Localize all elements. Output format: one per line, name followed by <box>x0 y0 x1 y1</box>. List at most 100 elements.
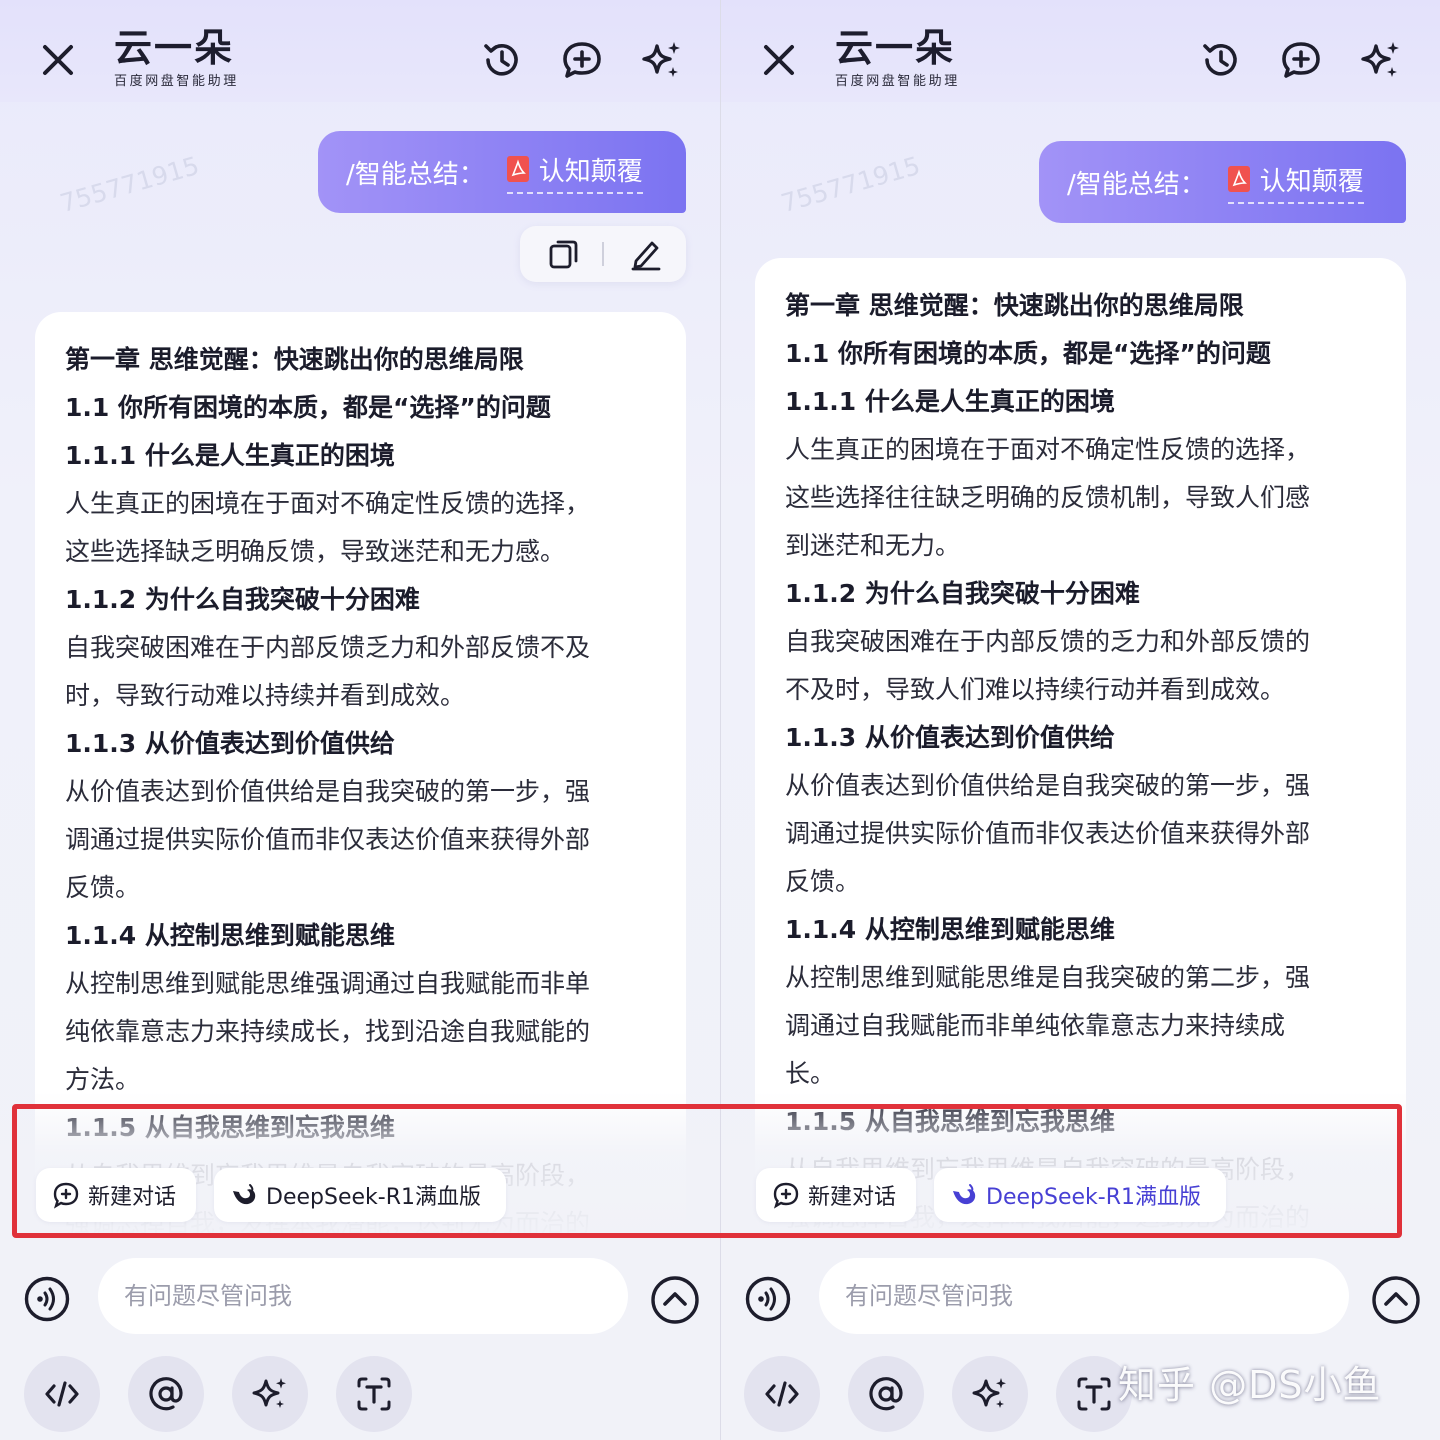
brand-subtitle: 百度网盘智能助理 <box>835 74 960 89</box>
file-link[interactable]: 认知颠覆 <box>506 151 643 194</box>
summary-text: 从价值表达到价值供给是自我突破的第一步，强 <box>65 777 591 806</box>
new-chat-button[interactable]: 新建对话 <box>756 1168 916 1222</box>
mention-tool-button[interactable] <box>128 1356 204 1432</box>
summary-text: 长。 <box>785 1059 836 1088</box>
summary-text: 这些选择缺乏明确反馈，导致迷茫和无力感。 <box>65 537 566 566</box>
summary-text: 人生真正的困境在于面对不确定性反馈的选择， <box>785 435 1311 464</box>
chat-plus-icon[interactable] <box>1279 38 1323 82</box>
summary-heading: 1.1.2 为什么自我突破十分困难 <box>785 579 1140 608</box>
brand-logo: 云一朵 百度网盘智能助理 <box>835 26 985 89</box>
model-deepseek-button[interactable]: DeepSeek-R1满血版 <box>214 1168 506 1222</box>
summary-heading: 1.1.3 从价值表达到价值供给 <box>785 723 1115 752</box>
divider <box>602 242 604 266</box>
summary-text: 自我突破困难在于内部反馈的乏力和外部反馈的 <box>785 627 1311 656</box>
user-message-bubble[interactable]: /智能总结： 认知颠覆 <box>318 131 686 213</box>
summary-heading: 1.1 你所有困境的本质，都是“选择”的问题 <box>65 393 551 422</box>
brand-logo: 云一朵 百度网盘智能助理 <box>114 26 264 89</box>
chat-pane-left: 755771915 755771915 755771915 755771915 … <box>0 0 720 1440</box>
summary-heading: 1.1.1 什么是人生真正的困境 <box>65 441 395 470</box>
summary-heading: 1.1.4 从控制思维到赋能思维 <box>785 915 1115 944</box>
summary-text: 时，导致行动难以持续并看到成效。 <box>65 681 466 710</box>
summary-text: 到迷茫和无力。 <box>785 531 961 560</box>
sparkle-tool-button[interactable] <box>232 1356 308 1432</box>
summary-text: 不及时，导致人们难以持续行动并看到成效。 <box>785 675 1286 704</box>
top-bar: 云一朵 百度网盘智能助理 <box>0 0 720 102</box>
sparkle-icon[interactable] <box>640 38 684 82</box>
deepseek-whale-icon <box>953 1184 976 1205</box>
summary-text: 调通过提供实际价值而非仅表达价值来获得外部 <box>65 825 591 854</box>
new-chat-button[interactable]: 新建对话 <box>36 1168 196 1222</box>
brand-name: 云一朵 <box>835 26 956 70</box>
at-icon <box>149 1377 183 1411</box>
summary-heading: 1.1.3 从价值表达到价值供给 <box>65 729 395 758</box>
summary-heading: 第一章 思维觉醒：快速跳出你的思维局限 <box>785 291 1244 320</box>
pdf-icon <box>1227 166 1250 192</box>
chevron-up-icon[interactable] <box>650 1275 700 1325</box>
file-name: 认知颠覆 <box>538 156 643 187</box>
mention-tool-button[interactable] <box>848 1356 924 1432</box>
code-tool-button[interactable] <box>24 1356 100 1432</box>
summary-text: 从控制思维到赋能思维强调通过自我赋能而非单 <box>65 969 591 998</box>
file-link[interactable]: 认知颠覆 <box>1227 161 1364 204</box>
text-scan-tool-button[interactable] <box>336 1356 412 1432</box>
code-tool-button[interactable] <box>744 1356 820 1432</box>
text-scan-icon <box>1077 1377 1111 1411</box>
summary-heading: 1.1.4 从控制思维到赋能思维 <box>65 921 395 950</box>
top-bar: 云一朵 百度网盘智能助理 <box>721 0 1440 102</box>
summary-text: 反馈。 <box>65 873 141 902</box>
watermark: 755771915 <box>56 150 203 219</box>
pencil-icon[interactable] <box>630 237 662 271</box>
voice-icon[interactable] <box>745 1276 791 1322</box>
watermark: 755771915 <box>777 150 924 219</box>
summary-text: 调通过自我赋能而非单纯依靠意志力来持续成 <box>785 1011 1286 1040</box>
model-label: DeepSeek-R1满血版 <box>986 1185 1201 1210</box>
summary-heading: 第一章 思维觉醒：快速跳出你的思维局限 <box>65 345 524 374</box>
new-chat-label: 新建对话 <box>808 1185 897 1210</box>
code-icon <box>45 1381 79 1407</box>
credit-watermark: 知乎 @DS小鱼 <box>1118 1363 1382 1407</box>
sparkle-icon <box>972 1378 1006 1408</box>
at-icon <box>869 1377 903 1411</box>
copy-icon[interactable] <box>548 237 580 271</box>
user-message-bubble[interactable]: /智能总结： 认知颠覆 <box>1039 141 1406 223</box>
summary-heading: 1.1.2 为什么自我突破十分困难 <box>65 585 420 614</box>
summary-text: 从控制思维到赋能思维是自我突破的第二步，强 <box>785 963 1311 992</box>
text-scan-icon <box>357 1377 391 1411</box>
model-label: DeepSeek-R1满血版 <box>266 1185 481 1210</box>
message-input[interactable] <box>98 1258 628 1334</box>
summary-text: 反馈。 <box>785 867 861 896</box>
summary-command: /智能总结： <box>346 159 485 190</box>
message-input[interactable] <box>819 1258 1349 1334</box>
chat-pane-right: 755771915 755771915 755771915 755771915 … <box>721 0 1440 1440</box>
model-deepseek-button[interactable]: DeepSeek-R1满血版 <box>934 1168 1226 1222</box>
close-icon[interactable] <box>36 38 80 82</box>
sparkle-icon[interactable] <box>1359 38 1403 82</box>
summary-text: 自我突破困难在于内部反馈乏力和外部反馈不及 <box>65 633 591 662</box>
summary-command: /智能总结： <box>1067 169 1206 200</box>
close-icon[interactable] <box>757 38 801 82</box>
summary-text: 调通过提供实际价值而非仅表达价值来获得外部 <box>785 819 1311 848</box>
summary-text: 这些选择往往缺乏明确的反馈机制，导致人们感 <box>785 483 1311 512</box>
new-chat-label: 新建对话 <box>88 1185 177 1210</box>
history-icon[interactable] <box>1199 38 1243 82</box>
brand-subtitle: 百度网盘智能助理 <box>114 74 239 89</box>
chat-plus-icon <box>53 1182 79 1209</box>
chat-plus-icon[interactable] <box>560 38 604 82</box>
summary-text: 纯依靠意志力来持续成长，找到沿途自我赋能的 <box>65 1017 591 1046</box>
summary-text: 人生真正的困境在于面对不确定性反馈的选择， <box>65 489 591 518</box>
sparkle-icon <box>252 1378 286 1408</box>
code-icon <box>765 1381 799 1407</box>
brand-name: 云一朵 <box>114 26 235 70</box>
deepseek-whale-icon <box>233 1184 256 1205</box>
message-actions <box>520 226 686 282</box>
summary-text: 从价值表达到价值供给是自我突破的第一步，强 <box>785 771 1311 800</box>
chevron-up-icon[interactable] <box>1371 1275 1421 1325</box>
history-icon[interactable] <box>480 38 524 82</box>
voice-icon[interactable] <box>24 1276 70 1322</box>
pdf-icon <box>506 156 529 182</box>
file-name: 认知颠覆 <box>1259 166 1364 197</box>
summary-heading: 1.1.1 什么是人生真正的困境 <box>785 387 1115 416</box>
sparkle-tool-button[interactable] <box>952 1356 1028 1432</box>
summary-heading: 1.1 你所有困境的本质，都是“选择”的问题 <box>785 339 1271 368</box>
chat-plus-icon <box>773 1182 799 1209</box>
